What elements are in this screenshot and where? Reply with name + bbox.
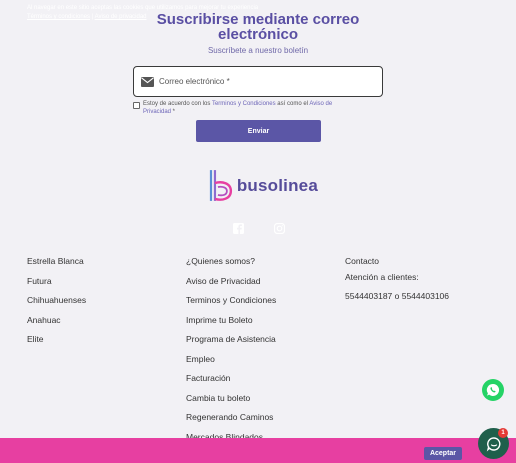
newsletter-subtitle: Suscríbete a nuestro boletín — [207, 46, 309, 55]
chat-bubble-icon — [486, 436, 500, 451]
footer-link[interactable]: Anahuac — [27, 315, 61, 325]
email-field-wrapper[interactable] — [133, 66, 383, 97]
submit-button[interactable]: Enviar — [196, 120, 321, 142]
footer-link[interactable]: Aviso de Privacidad — [186, 276, 261, 286]
brand-logo[interactable]: busolinea — [208, 168, 318, 204]
footer-link[interactable]: Imprime tu Boleto — [186, 315, 253, 325]
instagram-icon[interactable] — [273, 222, 285, 234]
busolinea-logo-icon — [209, 170, 233, 201]
consent-prefix: Estoy de acuerdo con los — [143, 101, 212, 107]
cookie-terms-link[interactable]: Términos y condiciones — [27, 14, 90, 20]
consent-text: Estoy de acuerdo con los Terminos y Cond… — [143, 101, 333, 116]
footer-link[interactable]: Estrella Blanca — [27, 256, 84, 266]
consent-suffix: * — [171, 108, 176, 115]
newsletter-title-line1: Suscribirse mediante correo — [156, 11, 360, 28]
mail-icon — [141, 76, 154, 87]
footer-contact-heading: Contacto — [345, 256, 380, 266]
newsletter-title-line2: electrónico — [217, 26, 299, 43]
cookie-privacy-link[interactable]: Aviso de privacidad — [95, 14, 147, 20]
footer-link[interactable]: Empleo — [186, 354, 215, 364]
consent-terms-link[interactable]: Terminos y Condiciones — [212, 101, 276, 107]
consent-middle: así como el — [275, 101, 310, 107]
footer-link[interactable]: Chihuahuenses — [27, 295, 86, 305]
consent-checkbox[interactable] — [133, 102, 140, 109]
footer-link[interactable]: Terminos y Condiciones — [186, 295, 276, 305]
footer-link[interactable]: Regenerando Caminos — [186, 412, 273, 422]
footer-link[interactable]: Elite — [27, 334, 44, 344]
footer-contact-label: Atención a clientes: — [345, 272, 419, 282]
chat-unread-badge: 1 — [498, 428, 508, 438]
newsletter-title: Suscribirse mediante correo electrónico — [150, 12, 366, 42]
footer-link[interactable]: Futura — [27, 276, 52, 286]
footer-link[interactable]: Facturación — [186, 373, 230, 383]
whatsapp-icon — [486, 383, 500, 396]
footer-link[interactable]: ¿Quienes somos? — [186, 256, 255, 266]
footer-contact-phones[interactable]: 5544403187 o 5544403106 — [345, 291, 449, 301]
email-field[interactable] — [159, 77, 369, 86]
footer-link[interactable]: Cambia tu boleto — [186, 393, 250, 403]
cookie-message: Al navegar en este sitio aceptas las coo… — [27, 5, 259, 11]
cookie-links: Términos y condiciones | Aviso de privac… — [27, 14, 147, 20]
accept-cookies-button[interactable]: Aceptar — [424, 447, 462, 460]
facebook-icon[interactable] — [232, 222, 244, 234]
brand-name: busolinea — [236, 176, 318, 195]
footer-link[interactable]: Programa de Asistencia — [186, 334, 276, 344]
whatsapp-button[interactable] — [482, 379, 504, 401]
